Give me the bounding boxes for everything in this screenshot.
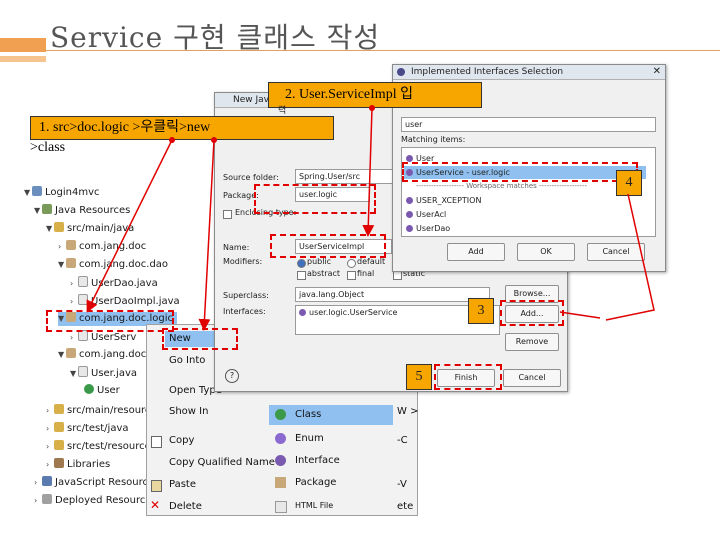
arrow-step-2-to-name bbox=[362, 105, 375, 237]
arrow-step-4-to-userservice bbox=[605, 193, 655, 321]
arrow-step-1-to-new bbox=[198, 137, 217, 331]
annotation-arrows bbox=[86, 105, 655, 331]
arrow-step-1-to-package bbox=[86, 137, 175, 313]
arrow-step-3-to-add bbox=[559, 311, 601, 319]
